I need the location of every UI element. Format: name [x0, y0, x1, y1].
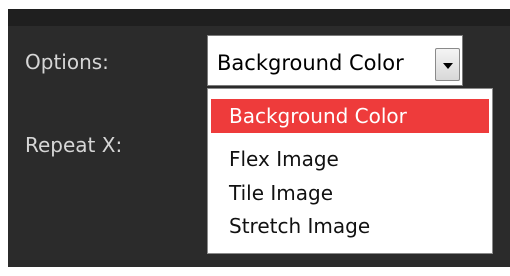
repeat-x-label: Repeat X: — [25, 133, 123, 157]
option-flex-image[interactable]: Flex Image — [211, 142, 489, 176]
panel-header — [8, 9, 510, 26]
select-dropdown-button[interactable] — [435, 48, 460, 81]
options-dropdown-list: Background Color Flex Image Tile Image S… — [207, 88, 493, 254]
chevron-down-icon — [443, 63, 453, 69]
option-stretch-image[interactable]: Stretch Image — [211, 209, 489, 243]
option-tile-image[interactable]: Tile Image — [211, 176, 489, 210]
options-select[interactable]: Background Color — [207, 35, 463, 86]
select-current-value: Background Color — [217, 51, 404, 75]
option-background-color[interactable]: Background Color — [211, 99, 489, 133]
options-label: Options: — [25, 50, 109, 74]
